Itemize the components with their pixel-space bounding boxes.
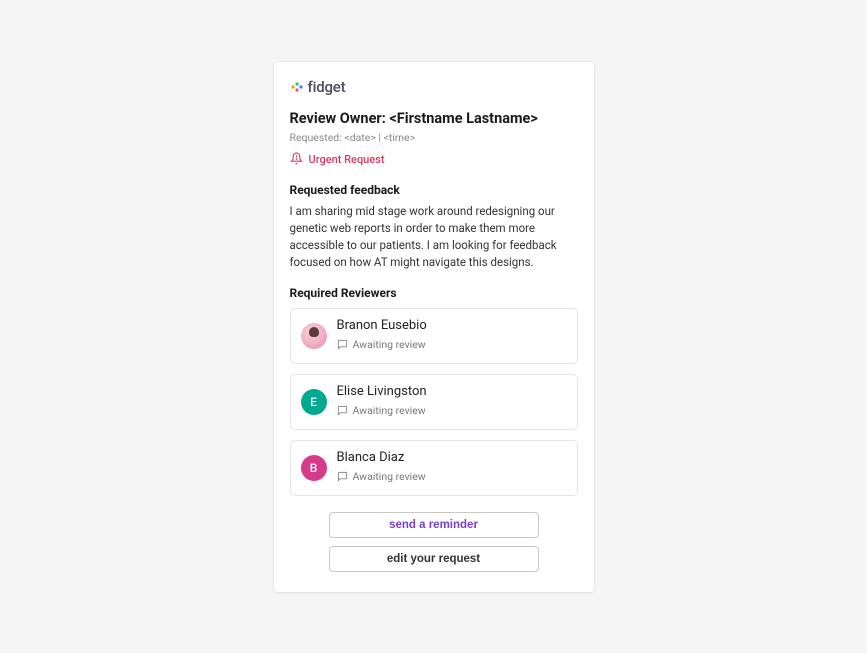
page-title: Review Owner: <Firstname Lastname> [290,110,578,127]
reviewer-name: Elise Livingston [337,384,427,399]
avatar [301,323,327,349]
requested-meta: Requested: <date> | <time> [290,131,578,144]
actions-row: send a reminder edit your request [290,512,578,572]
avatar: B [301,455,327,481]
alert-bell-icon [290,150,303,169]
feedback-body: I am sharing mid stage work around redes… [290,203,578,272]
comment-icon [337,335,348,354]
urgent-label: Urgent Request [309,153,385,166]
logo-mark-icon [290,80,304,94]
reviewer-info: Branon Eusebio Awaiting review [337,318,427,354]
reviewer-status-text: Awaiting review [353,470,426,483]
app-logo: fidget [290,78,578,96]
send-reminder-button[interactable]: send a reminder [329,512,539,538]
logo-text: fidget [308,78,346,96]
reviewer-status: Awaiting review [337,401,427,420]
avatar: E [301,389,327,415]
comment-icon [337,401,348,420]
reviewer-status: Awaiting review [337,467,426,486]
reviewer-info: Blanca Diaz Awaiting review [337,450,426,486]
urgent-badge: Urgent Request [290,150,578,169]
reviewer-info: Elise Livingston Awaiting review [337,384,427,420]
edit-request-button[interactable]: edit your request [329,546,539,572]
reviewer-status-text: Awaiting review [353,338,426,351]
reviewer-name: Blanca Diaz [337,450,426,465]
reviewer-card[interactable]: E Elise Livingston Awaiting review [290,374,578,430]
comment-icon [337,467,348,486]
reviewers-list: Branon Eusebio Awaiting review E Elise L… [290,308,578,496]
feedback-heading: Requested feedback [290,183,578,197]
reviewer-name: Branon Eusebio [337,318,427,333]
reviewer-status-text: Awaiting review [353,404,426,417]
reviewers-heading: Required Reviewers [290,286,578,300]
reviewer-status: Awaiting review [337,335,427,354]
reviewer-card[interactable]: Branon Eusebio Awaiting review [290,308,578,364]
reviewer-card[interactable]: B Blanca Diaz Awaiting review [290,440,578,496]
review-request-card: fidget Review Owner: <Firstname Lastname… [274,62,594,592]
